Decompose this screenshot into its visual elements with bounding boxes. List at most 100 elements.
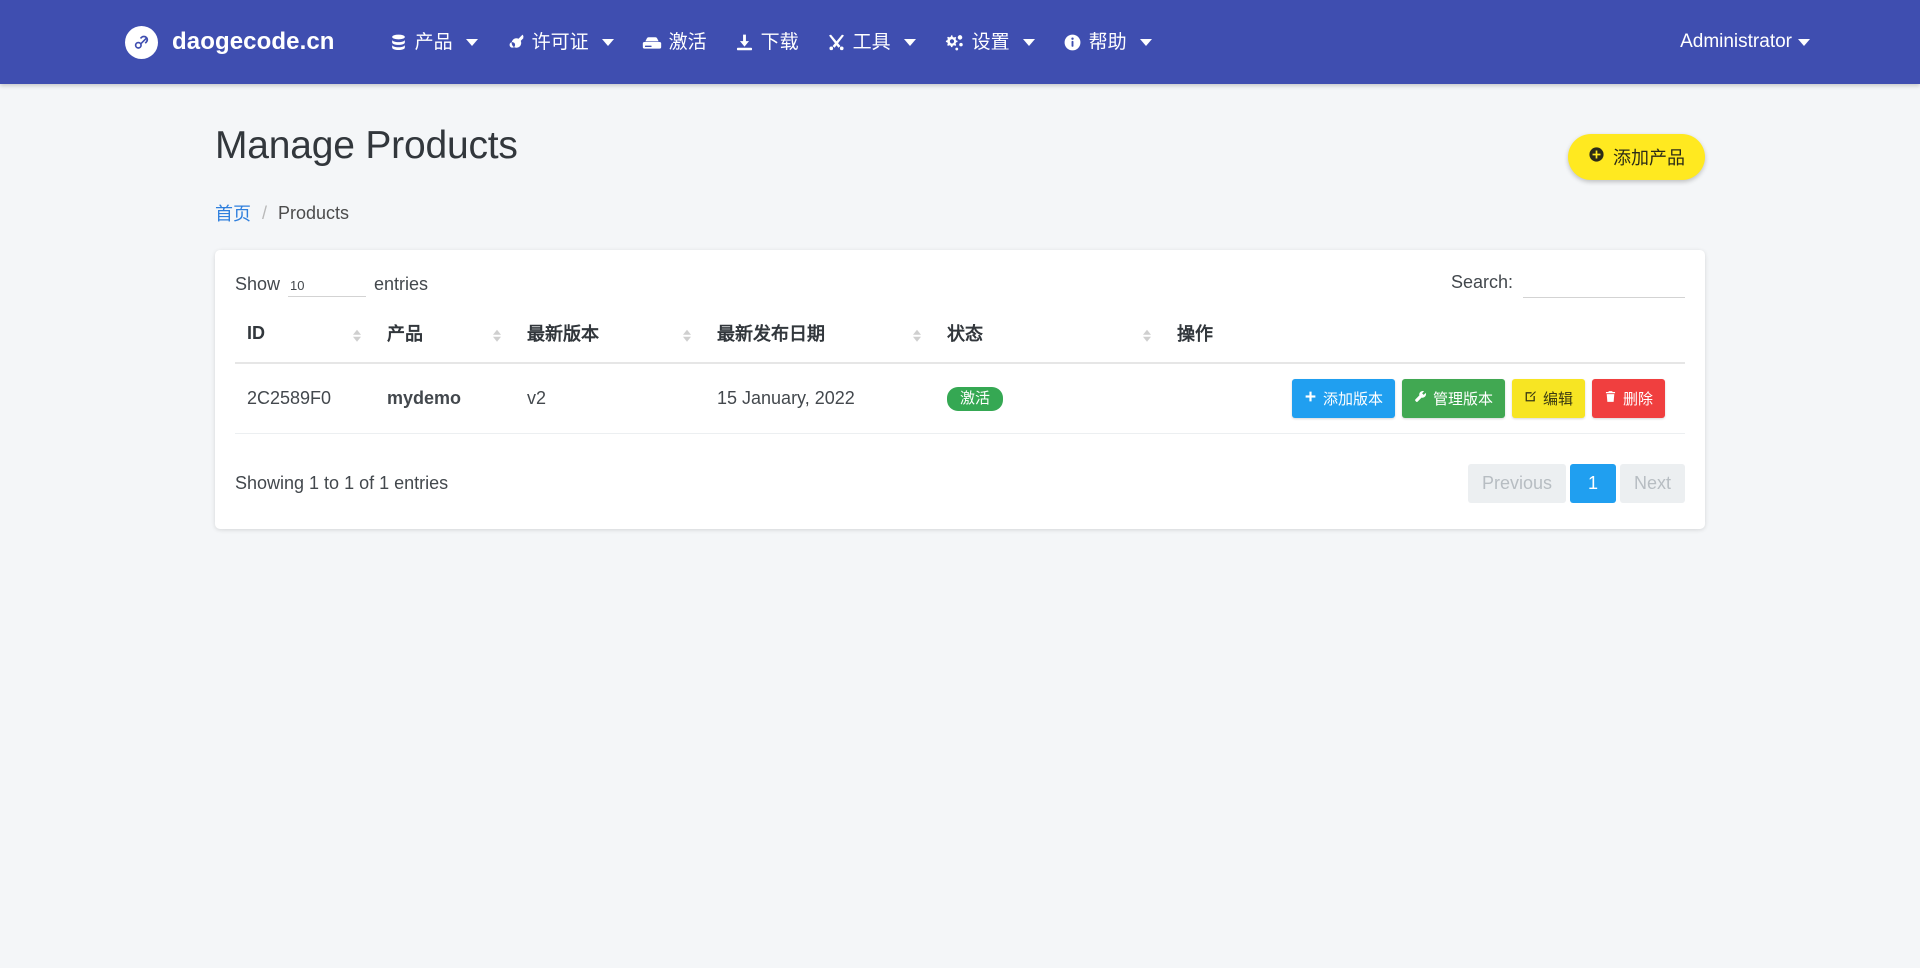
content-container: Manage Products 添加产品 首页 / Products Show … bbox=[215, 124, 1705, 529]
hdd-icon bbox=[642, 32, 662, 52]
products-table: ID 产品 最新版本 最新发布日期 状态 操作 2C2589F0 mydemo … bbox=[235, 312, 1685, 434]
table-header-row: ID 产品 最新版本 最新发布日期 状态 操作 bbox=[235, 312, 1685, 364]
col-actions: 操作 bbox=[1165, 312, 1685, 364]
col-product[interactable]: 产品 bbox=[375, 312, 515, 364]
nav-items: 产品 许可证 激活 下载 工具 设置 帮助 bbox=[375, 24, 1166, 61]
edit-button[interactable]: 编辑 bbox=[1511, 379, 1585, 418]
page-body: Manage Products 添加产品 首页 / Products Show … bbox=[0, 84, 1920, 529]
cell-id: 2C2589F0 bbox=[235, 363, 375, 434]
chevron-down-icon bbox=[601, 38, 614, 46]
col-latest-release-date-label: 最新发布日期 bbox=[717, 324, 825, 344]
sort-icon bbox=[683, 329, 691, 342]
nav-help[interactable]: 帮助 bbox=[1049, 25, 1166, 60]
wrench-icon bbox=[1414, 390, 1427, 407]
chevron-down-icon bbox=[465, 38, 478, 46]
chevron-down-icon bbox=[1022, 38, 1035, 46]
col-id[interactable]: ID bbox=[235, 312, 375, 364]
edit-label: 编辑 bbox=[1542, 391, 1573, 408]
pagination-next[interactable]: Next bbox=[1619, 464, 1685, 503]
download-icon bbox=[735, 33, 754, 52]
col-latest-version-label: 最新版本 bbox=[527, 324, 599, 344]
col-latest-release-date[interactable]: 最新发布日期 bbox=[705, 312, 935, 364]
nav-item-label: 帮助 bbox=[1088, 31, 1127, 53]
sort-icon bbox=[493, 329, 501, 342]
entries-label: entries bbox=[374, 273, 429, 294]
edit-square-icon bbox=[1524, 390, 1537, 407]
cell-version: v2 bbox=[515, 363, 705, 434]
user-menu[interactable]: Administrator bbox=[1670, 23, 1820, 61]
chevron-down-icon bbox=[903, 38, 916, 46]
manage-version-button[interactable]: 管理版本 bbox=[1401, 379, 1505, 418]
chevron-down-icon bbox=[1139, 38, 1152, 46]
nav-item-label: 产品 bbox=[414, 31, 453, 53]
nav-activation[interactable]: 激活 bbox=[628, 24, 721, 60]
cell-actions: 添加版本 管理版本 编辑 删除 bbox=[1165, 363, 1685, 434]
nav-settings[interactable]: 设置 bbox=[930, 24, 1049, 61]
sort-icon bbox=[353, 329, 361, 342]
col-id-label: ID bbox=[247, 322, 265, 343]
pagination: Previous 1 Next bbox=[1467, 464, 1685, 503]
plus-circle-icon bbox=[1588, 146, 1605, 168]
cogs-icon bbox=[944, 32, 965, 53]
nav-item-label: 下载 bbox=[760, 31, 799, 53]
add-product-label: 添加产品 bbox=[1613, 148, 1685, 168]
add-product-button[interactable]: 添加产品 bbox=[1568, 134, 1705, 180]
col-actions-label: 操作 bbox=[1177, 324, 1213, 344]
col-status[interactable]: 状态 bbox=[935, 312, 1165, 364]
row-actions: 添加版本 管理版本 编辑 删除 bbox=[1177, 379, 1673, 418]
col-status-label: 状态 bbox=[947, 324, 983, 344]
chevron-down-icon bbox=[1798, 38, 1810, 46]
status-badge: 激活 bbox=[947, 386, 1004, 411]
breadcrumb: 首页 / Products bbox=[215, 200, 1705, 226]
brand-link[interactable]: daogecode.cn bbox=[125, 25, 335, 59]
nav-tools[interactable]: 工具 bbox=[813, 25, 930, 60]
pagination-previous[interactable]: Previous bbox=[1467, 464, 1566, 503]
brand-name: daogecode.cn bbox=[172, 28, 335, 55]
sort-icon bbox=[913, 329, 921, 342]
page-title: Manage Products bbox=[215, 124, 518, 167]
table-footer: Showing 1 to 1 of 1 entries Previous 1 N… bbox=[235, 434, 1685, 503]
delete-button[interactable]: 删除 bbox=[1591, 379, 1665, 418]
nav-products[interactable]: 产品 bbox=[375, 25, 492, 60]
show-label: Show bbox=[235, 273, 281, 294]
add-version-label: 添加版本 bbox=[1322, 391, 1383, 408]
nav-item-label: 工具 bbox=[852, 31, 891, 53]
cell-status: 激活 bbox=[935, 363, 1165, 434]
cell-product: mydemo bbox=[375, 363, 515, 434]
col-product-label: 产品 bbox=[387, 324, 423, 344]
cell-release-date: 15 January, 2022 bbox=[705, 363, 935, 434]
products-card: Show 102550100 entries Search: ID bbox=[215, 250, 1705, 529]
nav-item-label: 许可证 bbox=[531, 31, 589, 53]
page-header: Manage Products 添加产品 bbox=[215, 124, 1705, 180]
nav-download[interactable]: 下载 bbox=[721, 25, 813, 60]
table-controls: Show 102550100 entries Search: bbox=[235, 272, 1685, 312]
page-length-select[interactable]: 102550100 bbox=[288, 277, 367, 297]
nav-licenses[interactable]: 许可证 bbox=[492, 25, 628, 60]
user-menu-label: Administrator bbox=[1680, 31, 1792, 52]
page-length-control: Show 102550100 entries bbox=[235, 274, 428, 297]
key-circle-logo-icon bbox=[125, 25, 158, 59]
trash-icon bbox=[1604, 390, 1617, 407]
database-icon bbox=[389, 33, 408, 52]
table-info: Showing 1 to 1 of 1 entries bbox=[235, 473, 449, 493]
navbar-right: Administrator bbox=[1670, 23, 1890, 61]
add-version-button[interactable]: 添加版本 bbox=[1291, 379, 1395, 418]
breadcrumb-home[interactable]: 首页 bbox=[215, 200, 251, 226]
nav-item-label: 设置 bbox=[971, 31, 1010, 53]
tools-icon bbox=[827, 33, 846, 52]
search-control: Search: bbox=[1451, 272, 1685, 298]
search-input[interactable] bbox=[1523, 275, 1685, 298]
delete-label: 删除 bbox=[1622, 391, 1653, 408]
nav-item-label: 激活 bbox=[668, 31, 707, 53]
breadcrumb-separator: / bbox=[262, 202, 268, 223]
table-head: ID 产品 最新版本 最新发布日期 状态 操作 bbox=[235, 312, 1685, 364]
top-navbar: daogecode.cn 产品 许可证 激活 下载 工具 设置 帮助 Admin… bbox=[0, 0, 1920, 84]
pagination-page-1[interactable]: 1 bbox=[1569, 464, 1616, 503]
info-icon bbox=[1063, 33, 1082, 52]
col-latest-version[interactable]: 最新版本 bbox=[515, 312, 705, 364]
manage-version-label: 管理版本 bbox=[1432, 391, 1493, 408]
table-row: 2C2589F0 mydemo v2 15 January, 2022 激活 添… bbox=[235, 363, 1685, 434]
sort-icon bbox=[1143, 329, 1151, 342]
search-label: Search: bbox=[1450, 272, 1513, 292]
breadcrumb-current: Products bbox=[278, 202, 350, 223]
